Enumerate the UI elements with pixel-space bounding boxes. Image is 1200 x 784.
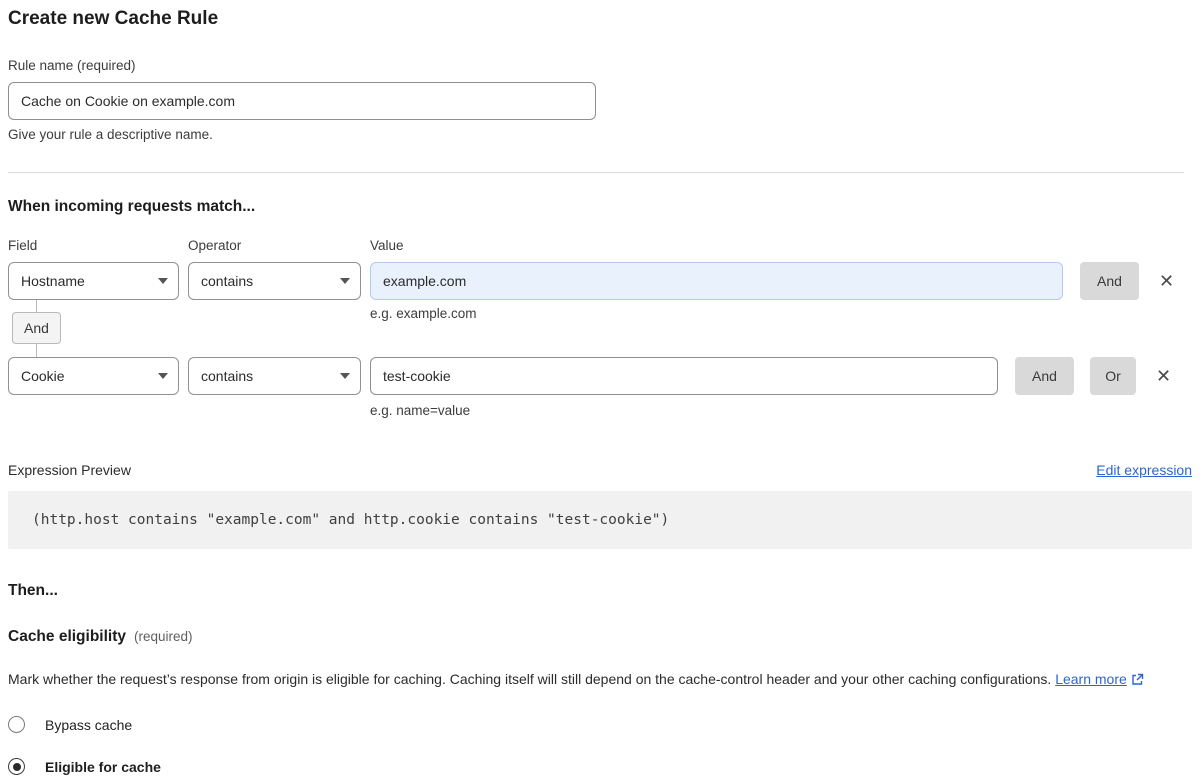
radio-option-bypass-cache[interactable]: Bypass cache [8,716,1192,733]
chevron-down-icon [340,373,350,379]
value-column-label: Value [370,238,404,253]
radio-option-label: Bypass cache [45,717,132,733]
value-input[interactable] [370,357,998,395]
field-select-value: Cookie [21,368,150,384]
match-heading: When incoming requests match... [8,198,1192,216]
chevron-down-icon [158,373,168,379]
remove-condition-icon[interactable]: ✕ [1156,367,1171,385]
operator-select-value: contains [201,368,332,384]
value-hint: e.g. example.com [370,306,477,321]
chevron-down-icon [340,278,350,284]
condition-connector-area: And e.g. example.com [8,300,1192,357]
expression-preview-label: Expression Preview [8,462,131,478]
section-divider [8,172,1184,173]
radio-option-label: Eligible for cache [45,759,161,775]
operator-select[interactable]: contains [188,357,361,395]
operator-select-value: contains [201,273,332,289]
edit-expression-link[interactable]: Edit expression [1096,462,1192,478]
description-text: Mark whether the request’s response from… [8,671,1051,687]
cache-eligibility-description: Mark whether the request’s response from… [8,667,1160,691]
learn-more-link[interactable]: Learn more [1055,671,1127,687]
field-select-value: Hostname [21,273,150,289]
then-heading: Then... [8,582,1192,600]
connector-and-button[interactable]: And [12,312,61,344]
rule-name-help: Give your rule a descriptive name. [8,127,1192,142]
expression-code-block: (http.host contains "example.com" and ht… [8,491,1192,549]
external-link-icon [1131,673,1144,686]
field-select[interactable]: Cookie [8,357,179,395]
condition-row: Hostname contains And ✕ [8,262,1192,300]
cache-eligibility-heading: Cache eligibility (required) [8,628,1192,646]
rule-name-label: Rule name (required) [8,58,1192,73]
match-section: When incoming requests match... Field Op… [8,198,1192,418]
field-select[interactable]: Hostname [8,262,179,300]
value-input[interactable] [370,262,1063,300]
remove-condition-icon[interactable]: ✕ [1159,272,1174,290]
condition-row: Cookie contains And Or ✕ [8,357,1192,395]
value-hint: e.g. name=value [370,403,1192,418]
cache-eligibility-title: Cache eligibility [8,628,126,646]
required-note: (required) [134,629,193,644]
operator-select[interactable]: contains [188,262,361,300]
radio-selected-icon[interactable] [8,758,25,775]
rule-name-input[interactable] [8,82,596,120]
page-title: Create new Cache Rule [8,6,1192,30]
expression-preview-header: Expression Preview Edit expression [8,462,1192,478]
radio-dot [13,763,21,771]
radio-unselected-icon[interactable] [8,716,25,733]
operator-column-label: Operator [188,238,361,253]
field-column-label: Field [8,238,179,253]
condition-column-headers: Field Operator Value [8,238,1192,253]
chevron-down-icon [158,278,168,284]
radio-option-eligible-for-cache[interactable]: Eligible for cache [8,758,1192,775]
add-and-condition-button[interactable]: And [1015,357,1074,395]
rule-name-section: Rule name (required) Give your rule a de… [8,58,1192,142]
add-or-condition-button[interactable]: Or [1090,357,1136,395]
add-and-condition-button[interactable]: And [1080,262,1139,300]
